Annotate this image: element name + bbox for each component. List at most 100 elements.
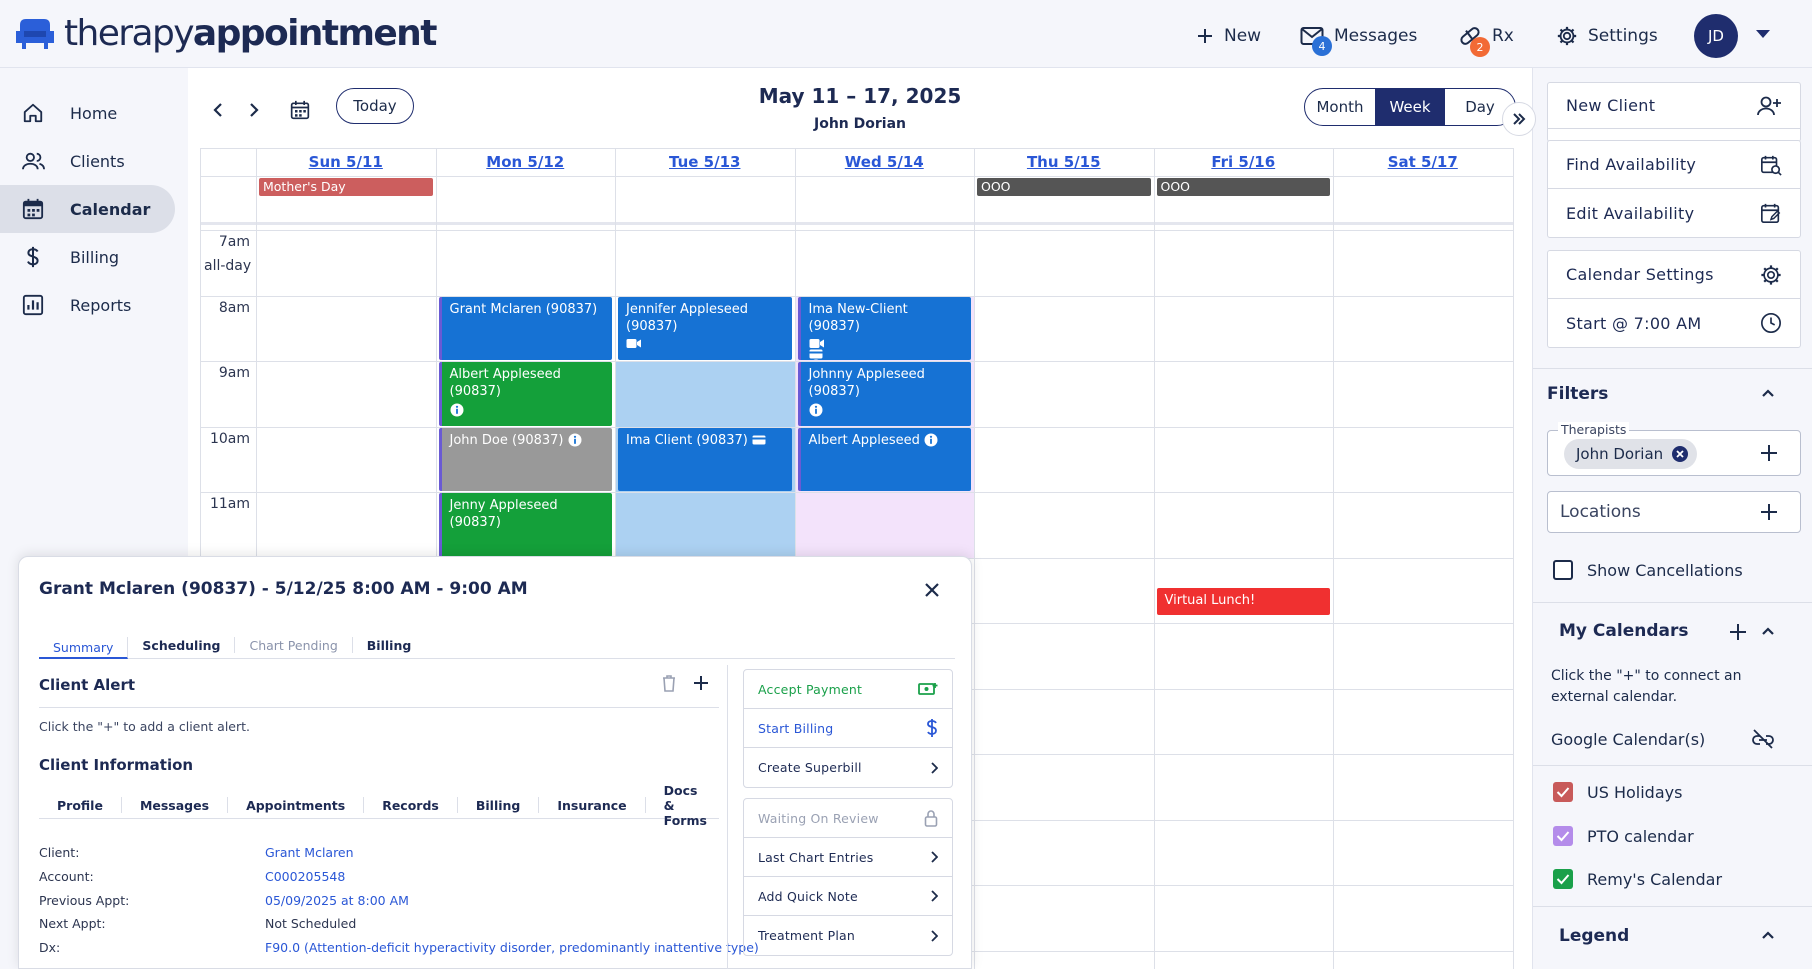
appointment-event[interactable]: Jennifer Appleseed (90837): [618, 296, 792, 360]
start-time-button[interactable]: Start @ 7:00 AM: [1548, 299, 1800, 347]
day-header-4[interactable]: Thu 5/15: [974, 148, 1154, 176]
clients-icon: [22, 150, 46, 172]
allday-event[interactable]: OOO: [1156, 178, 1330, 196]
appointment-popup: Grant Mclaren (90837) - 5/12/25 8:00 AM …: [18, 556, 972, 969]
tab-profile[interactable]: Profile: [39, 797, 122, 813]
appointment-status-icon: [809, 338, 964, 360]
us-holidays-checkbox[interactable]: [1553, 782, 1573, 802]
calendar-search-icon: [1760, 154, 1782, 176]
chevron-up-icon: [1761, 626, 1775, 636]
appointment-event[interactable]: Jenny Appleseed (90837): [438, 493, 612, 557]
gear-icon: [1556, 25, 1578, 47]
locations-filter[interactable]: Locations: [1547, 491, 1801, 533]
pto-calendar-checkbox[interactable]: [1553, 826, 1573, 846]
tab-client-billing[interactable]: Billing: [458, 797, 540, 813]
account-key: Account:: [39, 869, 94, 884]
avatar[interactable]: JD: [1694, 14, 1738, 58]
appointment-event[interactable]: Grant Mclaren (90837): [438, 296, 612, 360]
add-location-button[interactable]: [1760, 503, 1778, 521]
collapse-legend-button[interactable]: [1761, 930, 1775, 940]
allday-event[interactable]: OOO: [977, 178, 1151, 196]
collapse-filters-button[interactable]: [1761, 388, 1775, 398]
expand-panel-button[interactable]: [1502, 102, 1536, 136]
last-chart-entries-label: Last Chart Entries: [758, 849, 874, 865]
chevron-right-icon: [930, 929, 938, 942]
appointment-event[interactable]: Ima New-Client (90837): [797, 296, 971, 360]
trash-button[interactable]: [661, 674, 677, 692]
day-header-5[interactable]: Fri 5/16: [1154, 148, 1334, 176]
grid-line: [1333, 148, 1334, 969]
client-alert-note: Click the "+" to add a client alert.: [39, 719, 250, 734]
therapists-label: Therapists: [1558, 422, 1630, 437]
remove-chip-icon[interactable]: [1671, 445, 1689, 463]
sidebar-item-billing[interactable]: Billing: [0, 233, 175, 281]
settings-button[interactable]: Settings: [1556, 16, 1658, 56]
add-therapist-button[interactable]: [1760, 444, 1778, 462]
appointment-event[interactable]: Johnny Appleseed (90837): [797, 362, 971, 426]
tab-records[interactable]: Records: [364, 797, 458, 813]
messages-button[interactable]: 4 Messages: [1300, 16, 1417, 56]
appointment-event[interactable]: Albert Appleseed (90837): [438, 362, 612, 426]
tab-appointments[interactable]: Appointments: [228, 797, 365, 813]
tab-docs-forms[interactable]: Docs & Forms: [646, 783, 725, 828]
sidebar-item-reports[interactable]: Reports: [0, 281, 175, 329]
hour-label: 8am: [218, 299, 250, 316]
sidebar-item-home[interactable]: Home: [0, 89, 175, 137]
dx-link[interactable]: F90.0 (Attention-deficit hyperactivity d…: [265, 940, 759, 955]
day-header-6[interactable]: Sat 5/17: [1333, 148, 1513, 176]
chevron-down-icon[interactable]: [1756, 30, 1770, 38]
new-button[interactable]: New: [1196, 16, 1261, 56]
start-billing-button[interactable]: Start Billing: [744, 709, 952, 748]
day-header-2[interactable]: Tue 5/13: [615, 148, 795, 176]
double-chevron-right-icon: [1512, 113, 1526, 125]
remys-calendar-checkbox[interactable]: [1553, 869, 1573, 889]
week-view-button[interactable]: Week: [1375, 89, 1445, 125]
rx-button[interactable]: 2 Rx: [1458, 16, 1514, 57]
cash-plus-icon: [918, 682, 938, 696]
sidebar-item-clients[interactable]: Clients: [0, 137, 175, 185]
link-off-button[interactable]: [1751, 728, 1775, 750]
last-chart-entries-button[interactable]: Last Chart Entries: [744, 838, 952, 877]
create-superbill-button[interactable]: Create Superbill: [744, 748, 952, 787]
find-availability-label: Find Availability: [1566, 155, 1697, 174]
tab-insurance[interactable]: Insurance: [539, 797, 646, 813]
sidebar-item-calendar[interactable]: Calendar: [0, 185, 175, 233]
appointment-event[interactable]: Ima Client (90837): [618, 427, 792, 491]
tab-chart-pending[interactable]: Chart Pending: [235, 637, 353, 653]
day-header-1[interactable]: Mon 5/12: [436, 148, 616, 176]
day-header-0[interactable]: Sun 5/11: [256, 148, 436, 176]
allday-event[interactable]: Mother's Day: [259, 178, 433, 196]
pto-calendar-label: PTO calendar: [1587, 827, 1694, 846]
tab-scheduling[interactable]: Scheduling: [128, 637, 236, 653]
collapse-calendars-button[interactable]: [1761, 626, 1775, 636]
month-view-button[interactable]: Month: [1305, 89, 1375, 125]
previous-appt-link[interactable]: 05/09/2025 at 8:00 AM: [265, 893, 409, 908]
new-client-button[interactable]: New Client: [1548, 83, 1800, 129]
logo[interactable]: therapyappointment: [14, 14, 437, 54]
accept-payment-button[interactable]: Accept Payment: [744, 670, 952, 709]
client-link[interactable]: Grant Mclaren: [265, 845, 354, 860]
add-quick-note-button[interactable]: Add Quick Note: [744, 877, 952, 916]
appointment-event[interactable]: Albert Appleseed: [797, 427, 971, 491]
therapists-filter[interactable]: Therapists John Dorian: [1547, 422, 1801, 476]
account-link[interactable]: C000205548: [265, 869, 345, 884]
grid-line: [200, 230, 1513, 231]
edit-availability-button[interactable]: Edit Availability: [1548, 189, 1800, 237]
tab-summary[interactable]: Summary: [39, 637, 129, 659]
find-availability-button[interactable]: Find Availability: [1548, 141, 1800, 189]
tab-billing[interactable]: Billing: [353, 637, 426, 653]
tab-messages[interactable]: Messages: [122, 797, 229, 813]
appointment-title: Virtual Lunch!: [1164, 592, 1256, 608]
appointment-event[interactable]: Virtual Lunch!: [1156, 587, 1330, 616]
close-button[interactable]: [923, 581, 941, 599]
check-icon: [1556, 786, 1570, 798]
calendar-settings-button[interactable]: Calendar Settings: [1548, 251, 1800, 299]
treatment-plan-button[interactable]: Treatment Plan: [744, 916, 952, 955]
show-cancellations-checkbox[interactable]: [1553, 560, 1573, 580]
next-appt-value: Not Scheduled: [265, 916, 357, 931]
locations-label: Locations: [1560, 502, 1641, 522]
appointment-event[interactable]: John Doe (90837): [438, 427, 612, 491]
day-header-3[interactable]: Wed 5/14: [795, 148, 975, 176]
add-alert-button[interactable]: [693, 675, 709, 691]
add-calendar-button[interactable]: [1729, 623, 1747, 641]
